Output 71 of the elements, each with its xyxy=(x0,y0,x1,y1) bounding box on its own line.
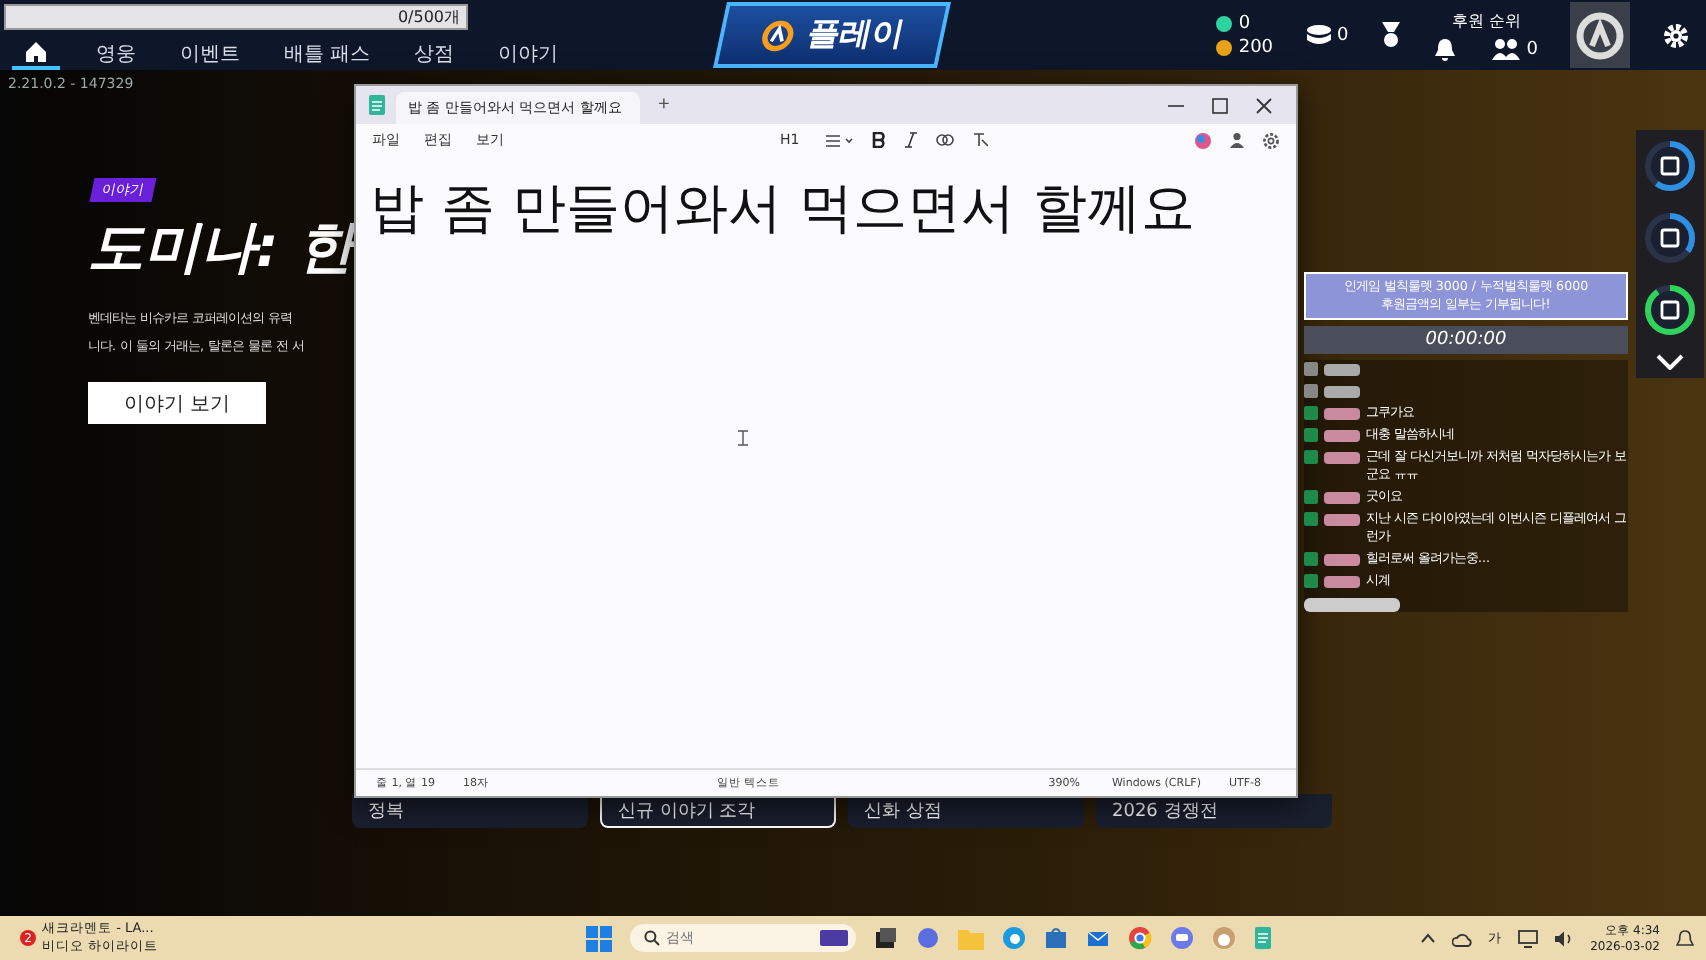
blurred-username xyxy=(1324,491,1360,503)
chrome-icon[interactable] xyxy=(1128,926,1153,950)
feature-card[interactable]: 2026 경쟁전 xyxy=(1096,794,1332,828)
blurred-username xyxy=(1324,429,1360,441)
blurred-username xyxy=(1324,575,1360,587)
nav-tab[interactable]: 이야기 xyxy=(490,39,567,67)
logo-text: 플레이 xyxy=(803,14,908,56)
account-icon[interactable] xyxy=(1230,132,1244,148)
friends-count: 0 xyxy=(1526,39,1538,59)
start-icon[interactable] xyxy=(586,925,613,951)
task-view-icon[interactable] xyxy=(874,926,899,950)
currency-amount: 200 xyxy=(1238,37,1274,57)
maximize-icon[interactable] xyxy=(1212,97,1228,113)
nav-tab[interactable]: 상점 xyxy=(406,39,463,67)
profile-emblem[interactable] xyxy=(1570,2,1630,68)
bell-icon[interactable] xyxy=(1434,37,1457,61)
bold-icon[interactable] xyxy=(871,132,886,148)
stack-icon xyxy=(1305,24,1332,46)
close-icon[interactable] xyxy=(1256,97,1272,113)
mission-tile[interactable] xyxy=(1642,138,1698,194)
progress-ring xyxy=(1644,284,1696,336)
mission-tile[interactable] xyxy=(1642,210,1698,266)
search-icon xyxy=(644,930,661,946)
blurred-username xyxy=(1324,407,1360,419)
new-tab-button[interactable]: + xyxy=(650,94,678,116)
mission-tile[interactable] xyxy=(1642,282,1698,338)
blurred-username xyxy=(1324,513,1360,525)
progress-ring xyxy=(1644,140,1696,192)
browser-icon[interactable] xyxy=(1002,926,1027,950)
list-icon[interactable] xyxy=(825,133,854,147)
currency-amount: 0 xyxy=(1238,13,1251,33)
chevron-up-icon[interactable] xyxy=(1420,932,1437,944)
settings-icon[interactable] xyxy=(1262,131,1280,149)
home-tab[interactable] xyxy=(12,37,60,69)
store-icon[interactable] xyxy=(1044,926,1069,950)
cloud-icon[interactable] xyxy=(1452,929,1473,947)
friends-icon[interactable] xyxy=(1492,38,1521,60)
notepad-app-icon xyxy=(368,94,386,116)
donation-timer: 00:00:00 xyxy=(1304,326,1628,354)
medal-icon xyxy=(1380,22,1403,48)
notification-bell-icon[interactable] xyxy=(1675,929,1694,947)
copilot-icon[interactable] xyxy=(1194,131,1212,149)
display-icon[interactable] xyxy=(1518,929,1539,947)
blurred-username xyxy=(1324,553,1360,565)
nav-tab[interactable]: 영웅 xyxy=(88,39,144,67)
search-highlight-icon xyxy=(820,930,849,946)
stack-count: 0 xyxy=(1337,25,1349,45)
chevron-down-icon[interactable] xyxy=(1656,354,1684,370)
ring-emblem-icon xyxy=(1574,9,1626,61)
home-icon xyxy=(24,39,48,63)
ranking-label: 후원 순위 xyxy=(1451,9,1521,31)
speaker-icon[interactable] xyxy=(1554,929,1575,947)
text-cursor-icon xyxy=(738,430,748,446)
view-story-button[interactable]: 이야기 보기 xyxy=(88,382,266,424)
progress-count: 0/500개 xyxy=(397,6,460,28)
clear-format-icon[interactable] xyxy=(971,132,988,148)
mail-icon[interactable] xyxy=(1086,926,1111,950)
document-text: 밥 좀 만들어와서 먹으면서 할께요 xyxy=(370,178,1195,240)
text-editor[interactable]: 밥 좀 만들어와서 먹으면서 할께요 xyxy=(356,156,1296,768)
nav-tab[interactable]: 이벤트 xyxy=(172,39,248,67)
story-title: 도미나: 한 xyxy=(88,212,354,284)
blurred-username xyxy=(1324,385,1360,397)
chat-input-bar[interactable] xyxy=(1304,598,1400,612)
link-icon[interactable] xyxy=(935,134,954,146)
app-icon[interactable] xyxy=(916,926,941,950)
nav-tab[interactable]: 배틀 패스 xyxy=(276,39,379,67)
blurred-username xyxy=(1324,451,1360,463)
progress-ring xyxy=(1644,212,1696,264)
italic-icon[interactable] xyxy=(903,132,918,148)
chat-bubble-icon[interactable] xyxy=(1170,926,1195,950)
blurred-username xyxy=(1324,363,1360,375)
